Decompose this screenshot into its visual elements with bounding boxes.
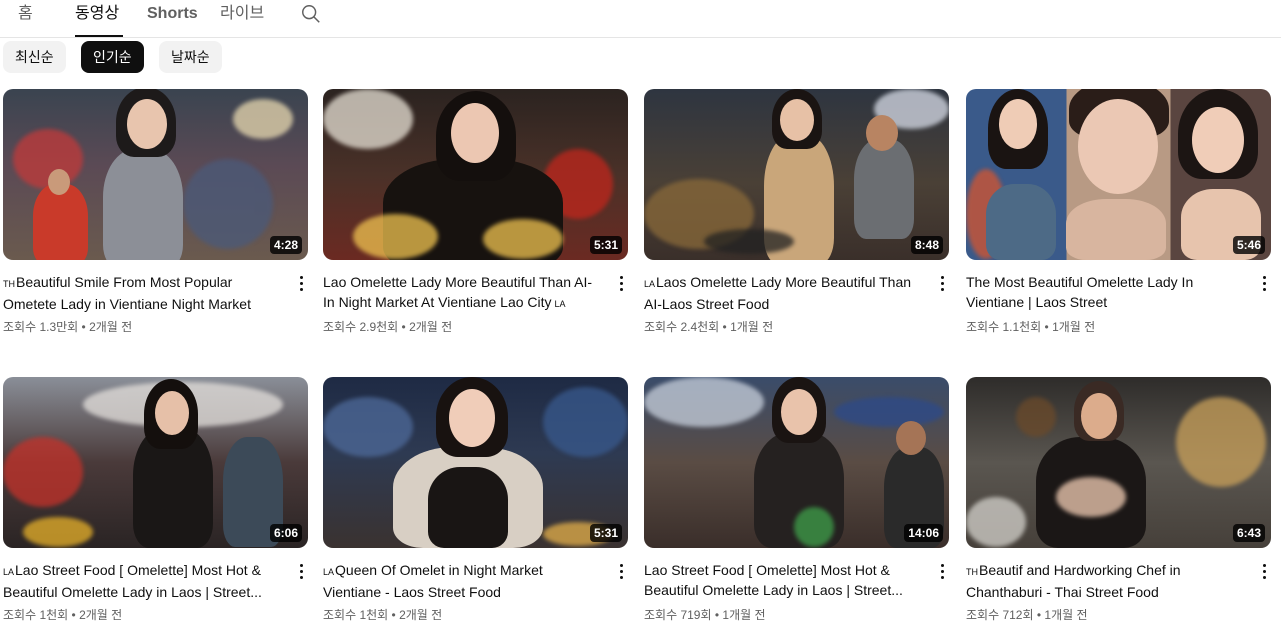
country-badge: LA xyxy=(644,279,656,289)
tab-live[interactable]: 라이브 xyxy=(220,0,264,37)
country-badge: LA xyxy=(323,567,335,577)
tab-shorts[interactable]: Shorts xyxy=(147,0,198,37)
chip-popular[interactable]: 인기순 xyxy=(81,41,144,73)
video-title[interactable]: Lao Street Food [ Omelette] Most Hot & B… xyxy=(644,560,914,600)
video-title[interactable]: LALaos Omelette Lady More Beautiful Than… xyxy=(644,272,914,312)
country-badge: LA xyxy=(3,567,15,577)
video-card[interactable]: 6:43 THBeautif and Hardworking Chef in C… xyxy=(966,377,1271,627)
video-meta: 조회수 1.3만회 • 2개월 전 xyxy=(3,320,133,334)
video-card[interactable]: 5:31 Lao Omelette Lady More Beautiful Th… xyxy=(323,89,628,339)
more-options-icon[interactable] xyxy=(935,562,949,582)
video-title[interactable]: LAQueen Of Omelet in Night Market Vienti… xyxy=(323,560,593,600)
more-options-icon[interactable] xyxy=(614,562,628,582)
video-title[interactable]: Lao Omelette Lady More Beautiful Than AI… xyxy=(323,272,593,312)
video-meta: 조회수 719회 • 1개월 전 xyxy=(644,608,766,622)
more-options-icon[interactable] xyxy=(614,274,628,294)
country-badge: LA xyxy=(554,299,566,309)
video-thumbnail[interactable]: 6:43 xyxy=(966,377,1271,548)
duration-badge: 4:28 xyxy=(269,236,302,254)
duration-badge: 6:06 xyxy=(269,524,302,542)
more-options-icon[interactable] xyxy=(294,562,308,582)
video-thumbnail[interactable]: 5:46 xyxy=(966,89,1271,260)
search-icon[interactable] xyxy=(300,3,322,25)
video-card[interactable]: 4:28 THBeautiful Smile From Most Popular… xyxy=(3,89,308,339)
video-thumbnail[interactable]: 5:31 xyxy=(323,377,628,548)
video-meta: 조회수 1.1천회 • 1개월 전 xyxy=(966,320,1096,334)
country-badge: TH xyxy=(966,567,978,577)
channel-tabs: 홈 동영상 Shorts 라이브 xyxy=(0,0,1281,38)
video-meta: 조회수 2.9천회 • 2개월 전 xyxy=(323,320,453,334)
video-meta: 조회수 712회 • 1개월 전 xyxy=(966,608,1088,622)
duration-badge: 5:31 xyxy=(589,236,622,254)
video-card[interactable]: 8:48 LALaos Omelette Lady More Beautiful… xyxy=(644,89,949,339)
video-title[interactable]: LALao Street Food [ Omelette] Most Hot &… xyxy=(3,560,273,600)
duration-badge: 6:43 xyxy=(1232,524,1265,542)
country-badge: TH xyxy=(3,279,15,289)
more-options-icon[interactable] xyxy=(935,274,949,294)
tab-videos[interactable]: 동영상 xyxy=(75,0,123,37)
video-card[interactable]: 5:31 LAQueen Of Omelet in Night Market V… xyxy=(323,377,628,627)
video-thumbnail[interactable]: 6:06 xyxy=(3,377,308,548)
chip-latest[interactable]: 최신순 xyxy=(3,41,66,73)
duration-badge: 14:06 xyxy=(904,524,943,542)
video-thumbnail[interactable]: 4:28 xyxy=(3,89,308,260)
video-thumbnail[interactable]: 8:48 xyxy=(644,89,949,260)
video-thumbnail[interactable]: 5:31 xyxy=(323,89,628,260)
video-title[interactable]: THBeautif and Hardworking Chef in Chanth… xyxy=(966,560,1236,600)
video-meta: 조회수 1천회 • 2개월 전 xyxy=(3,608,123,622)
video-meta: 조회수 2.4천회 • 1개월 전 xyxy=(644,320,774,334)
more-options-icon[interactable] xyxy=(1257,562,1271,582)
video-thumbnail[interactable]: 14:06 xyxy=(644,377,949,548)
duration-badge: 8:48 xyxy=(910,236,943,254)
video-card[interactable]: 14:06 Lao Street Food [ Omelette] Most H… xyxy=(644,377,949,627)
more-options-icon[interactable] xyxy=(294,274,308,294)
chip-oldest[interactable]: 날짜순 xyxy=(159,41,222,73)
video-card[interactable]: 6:06 LALao Street Food [ Omelette] Most … xyxy=(3,377,308,627)
video-card[interactable]: 5:46 The Most Beautiful Omelette Lady In… xyxy=(966,89,1271,339)
video-title[interactable]: THBeautiful Smile From Most Popular Omet… xyxy=(3,272,273,312)
video-title[interactable]: The Most Beautiful Omelette Lady In Vien… xyxy=(966,272,1236,312)
video-meta: 조회수 1천회 • 2개월 전 xyxy=(323,608,443,622)
tab-home[interactable]: 홈 xyxy=(18,0,33,37)
duration-badge: 5:46 xyxy=(1232,236,1265,254)
more-options-icon[interactable] xyxy=(1257,274,1271,294)
duration-badge: 5:31 xyxy=(589,524,622,542)
